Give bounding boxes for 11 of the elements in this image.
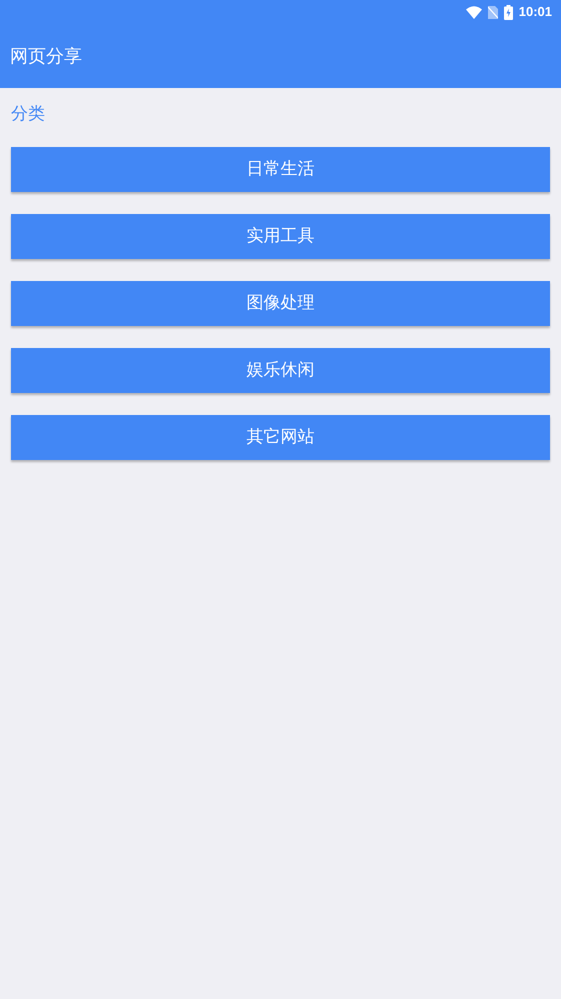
section-title: 分类 (11, 103, 45, 126)
wifi-icon (466, 6, 482, 18)
category-button[interactable]: 实用工具 (11, 214, 550, 259)
category-button[interactable]: 日常生活 (11, 147, 550, 192)
app-title: 网页分享 (10, 44, 82, 68)
category-button[interactable]: 图像处理 (11, 281, 550, 326)
category-button[interactable]: 娱乐休闲 (11, 348, 550, 393)
battery-charging-icon (504, 4, 513, 20)
no-sim-icon (488, 6, 498, 18)
status-time: 10:01 (518, 3, 552, 22)
category-button[interactable]: 其它网站 (11, 415, 550, 460)
